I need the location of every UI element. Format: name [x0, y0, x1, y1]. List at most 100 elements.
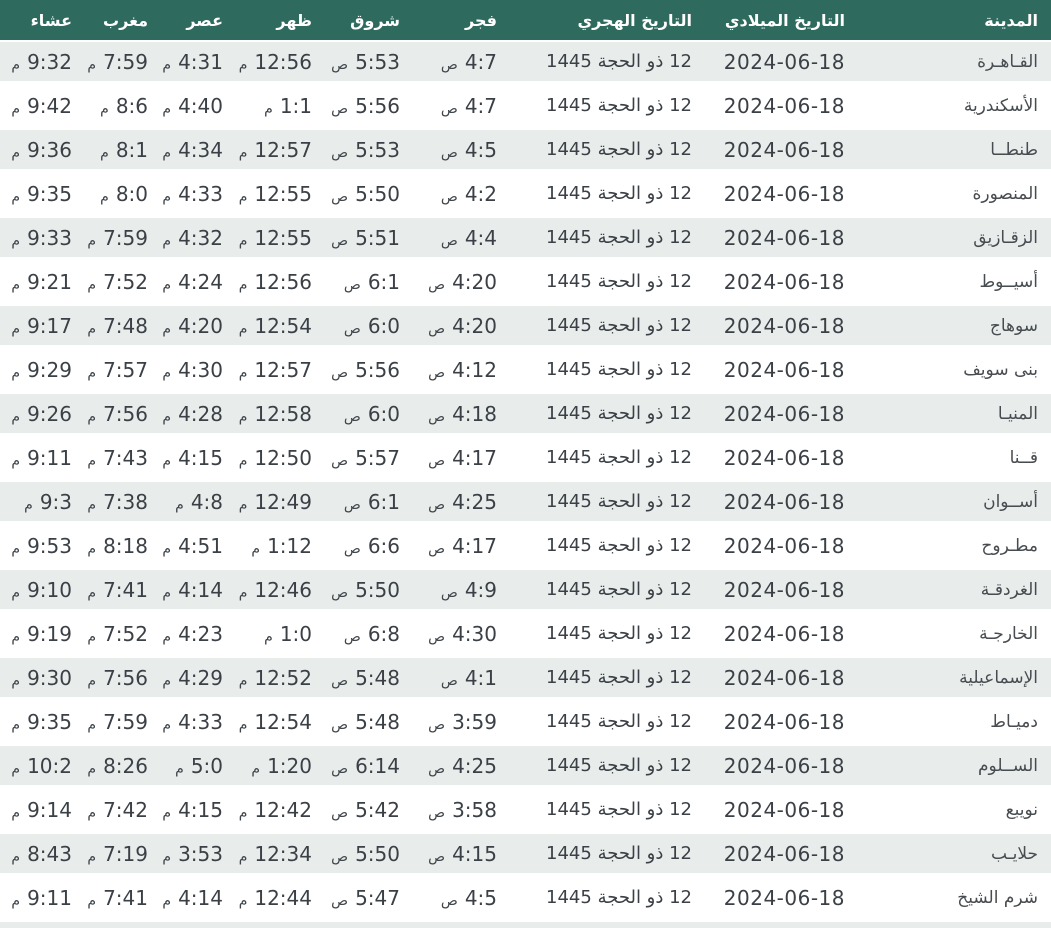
am-pm-marker: ص [331, 364, 349, 381]
asr-time: 4:29 [178, 665, 223, 690]
maghrib-time: 7:48 [103, 313, 148, 338]
fajr-time: 4:17 [452, 445, 497, 470]
dhuhr-time: 1:1 [279, 93, 312, 118]
table-row: شرم الشيخ 2024-06-18 12 ذو الحجة 1445 4:5ص 5… [0, 878, 1051, 922]
city-name: الأسكندرية [963, 95, 1038, 116]
dhuhr-time: 12:55 [254, 181, 312, 206]
am-pm-marker: ص [428, 760, 446, 777]
gregorian-date-cell: 2024-06-18 [705, 42, 858, 86]
fajr-time: 4:1 [464, 665, 497, 690]
maghrib-time-cell: 7:52 م [85, 614, 161, 658]
gregorian-date-cell: 2024-06-18 [705, 350, 858, 394]
sunrise-time: 5:57 [355, 445, 400, 470]
dhuhr-time: 1:0 [279, 621, 312, 646]
table-row: الغردقـة 2024-06-18 12 ذو الحجة 1445 4:9ص 5:… [0, 570, 1051, 614]
table-row: نويبع 2024-06-18 12 ذو الحجة 1445 3:58ص 5:42… [0, 790, 1051, 834]
isha-time-cell: 9:30 م [0, 658, 85, 702]
maghrib-time: 8:0 [115, 181, 148, 206]
maghrib-time-cell: 7:52 م [85, 262, 161, 306]
city-name-cell: الســلوم [858, 746, 1051, 790]
gregorian-date-cell: 2024-06-18 [705, 526, 858, 570]
fajr-time-cell: 4:30 ص [413, 614, 510, 658]
am-pm-marker: م [238, 496, 248, 513]
hijri-date-cell: 12 ذو الحجة 1445 [510, 878, 705, 922]
dhuhr-time: 12:42 [254, 797, 312, 822]
isha-time: 8:43 [27, 841, 72, 866]
gregorian-date-cell: 2024-06-18 [705, 658, 858, 702]
city-name: سوهاج [989, 315, 1038, 336]
asr-time: 4:20 [178, 313, 223, 338]
dhuhr-time-cell: 1:12 م [236, 526, 325, 570]
city-name-cell: أســوان [858, 482, 1051, 526]
fajr-time: 4:30 [452, 621, 497, 646]
sunrise-time: 6:0 [367, 401, 400, 426]
column-header-maghrib: مغرب [85, 0, 161, 42]
am-pm-marker: ص [331, 144, 349, 161]
asr-time-cell: 4:33 م [161, 702, 236, 746]
sunrise-time: 5:51 [355, 225, 400, 250]
asr-time-cell: 5:0 م [161, 746, 236, 790]
maghrib-time: 7:59 [103, 225, 148, 250]
hijri-date-cell: 12 ذو الحجة 1445 [510, 306, 705, 350]
maghrib-time: 7:57 [103, 357, 148, 382]
city-name-cell: أسيــوط [858, 262, 1051, 306]
sunrise-time-cell: 5:48 ص [325, 702, 413, 746]
gregorian-date: 2024-06-18 [723, 577, 845, 602]
isha-time: 9:14 [27, 797, 72, 822]
asr-time: 4:40 [178, 93, 223, 118]
gregorian-date-cell: 2024-06-18 [705, 130, 858, 174]
sunrise-time: 6:0 [367, 313, 400, 338]
table-row: بنى سويف 2024-06-18 12 ذو الحجة 1445 4:12ص 5… [0, 350, 1051, 394]
dhuhr-time: 12:55 [254, 225, 312, 250]
isha-time: 9:26 [27, 401, 72, 426]
sunrise-time-cell: 6:6 ص [325, 526, 413, 570]
fajr-time-cell: 4:7 ص [413, 86, 510, 130]
asr-time: 4:33 [178, 181, 223, 206]
am-pm-marker: م [238, 144, 248, 161]
dhuhr-time-cell: 12:34 م [236, 834, 325, 878]
am-pm-marker: م [100, 100, 109, 117]
dhuhr-time-cell: 12:46 م [236, 570, 325, 614]
table-row: أســوان 2024-06-18 12 ذو الحجة 1445 4:25ص 6:… [0, 482, 1051, 526]
am-pm-marker: م [11, 672, 21, 689]
maghrib-time-cell: 7:57 م [85, 350, 161, 394]
am-pm-marker: م [11, 144, 21, 161]
asr-time-cell: 4:15 م [161, 438, 236, 482]
isha-time: 9:36 [27, 137, 72, 162]
am-pm-marker: م [87, 364, 97, 381]
am-pm-marker: م [162, 716, 172, 733]
am-pm-marker: ص [331, 716, 349, 733]
maghrib-time-cell: 7:59 م [85, 218, 161, 262]
asr-time-cell: 4:14 م [161, 878, 236, 922]
asr-time-cell: 4:28 م [161, 394, 236, 438]
dhuhr-time: 12:54 [254, 313, 312, 338]
isha-time: 9:19 [27, 621, 72, 646]
sunrise-time: 5:50 [355, 577, 400, 602]
city-name: القـاهـرة [977, 51, 1038, 72]
dhuhr-time: 12:58 [254, 401, 312, 426]
am-pm-marker: ص [440, 232, 458, 249]
city-name-cell: سوهاج [858, 306, 1051, 350]
am-pm-marker: م [238, 232, 248, 249]
gregorian-date-cell: 2024-06-18 [705, 570, 858, 614]
asr-time-cell: 4:20 م [161, 306, 236, 350]
sunrise-time-cell: 5:56 ص [325, 350, 413, 394]
city-name: قــنا [1009, 447, 1038, 468]
am-pm-marker: م [238, 276, 248, 293]
sunrise-time: 6:6 [367, 533, 400, 558]
dhuhr-time-cell: 1:0 م [236, 614, 325, 658]
am-pm-marker: م [162, 452, 172, 469]
asr-time: 4:8 [190, 489, 223, 514]
am-pm-marker: ص [343, 496, 361, 513]
am-pm-marker: م [162, 276, 172, 293]
hijri-date: 12 ذو الحجة 1445 [546, 843, 692, 864]
am-pm-marker: ص [428, 628, 446, 645]
gregorian-date-cell: 2024-06-18 [705, 790, 858, 834]
dhuhr-time-cell: 12:49 م [236, 482, 325, 526]
city-name-cell: الخارجـة [858, 614, 1051, 658]
am-pm-marker: م [87, 804, 97, 821]
asr-time: 4:15 [178, 797, 223, 822]
sunrise-time: 5:56 [355, 93, 400, 118]
maghrib-time: 7:38 [103, 489, 148, 514]
city-name-cell: طنطــا [858, 130, 1051, 174]
